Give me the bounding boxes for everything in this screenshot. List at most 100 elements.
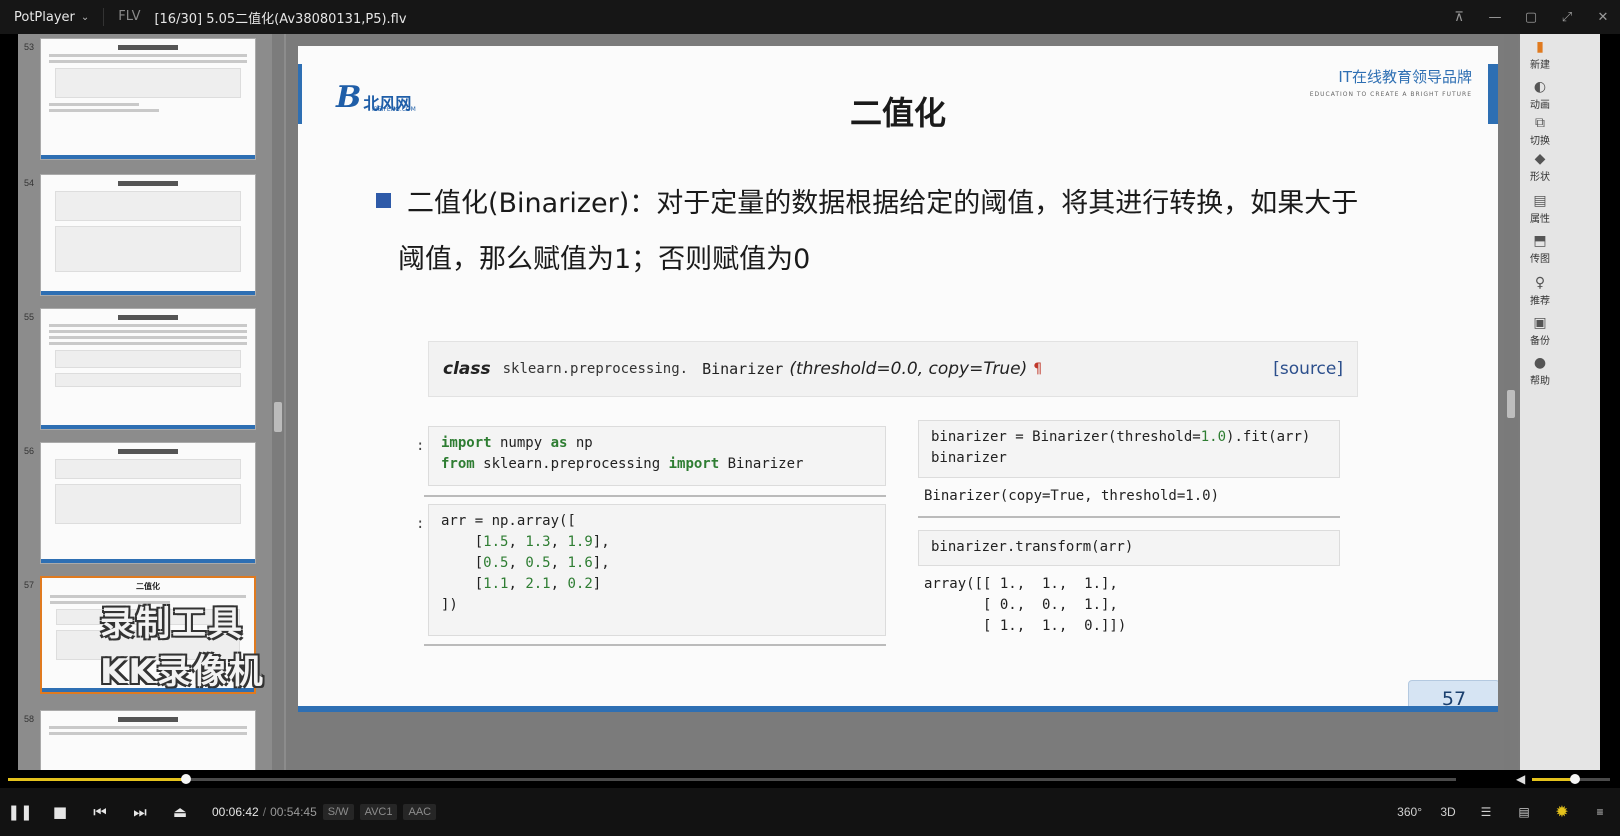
slide-number: 55 (24, 312, 35, 322)
seek-handle[interactable] (180, 774, 191, 784)
volume-handle[interactable] (1569, 774, 1580, 784)
previous-button[interactable]: ⏮ (80, 788, 120, 836)
vr-360-button[interactable]: 360° (1397, 805, 1422, 819)
thumbnail-page (40, 308, 256, 430)
tool-backup[interactable]: ▣ 备份 (1520, 314, 1560, 347)
slide-canvas: B 北风网 IBEIFENG.COM IT在线教育领导品牌 EDUCATION … (298, 46, 1498, 712)
pause-icon: ❚❚ (7, 803, 33, 821)
skip-back-icon: ⏮ (93, 803, 107, 821)
seek-bar[interactable] (8, 774, 1456, 784)
thumbnail-page (40, 442, 256, 564)
control-bar: ❚❚ ■ ⏮ ⏭ ⏏ 00:06:42/00:54:45 S/W AVC1 AA… (0, 788, 1620, 836)
tool-panel: ▮ 新建 ◐ 动画 ⧉ 切换 ◆ 形状 ▤ 属性 ⬒ 传图 ♀ 推荐 ▣ 备份 ● 帮助 (1520, 34, 1600, 770)
minimize-icon[interactable]: — (1488, 10, 1502, 25)
code-cell-array: arr = np.array([ [1.5, 1.3, 1.9], [0.5, … (428, 504, 886, 636)
playlist-icon[interactable]: ▤ (1512, 805, 1536, 819)
tool-property[interactable]: ▤ 属性 (1520, 192, 1560, 225)
slide-number: 57 (24, 580, 35, 590)
next-button[interactable]: ⏭ (120, 788, 160, 836)
title-bar: PotPlayer ⌄ FLV [16/30] 5.05二值化(Av380801… (0, 0, 1620, 34)
property-icon: ▤ (1533, 193, 1547, 209)
output-transform: array([[ 1., 1., 1.], [ 0., 0., 1.], [ 1… (924, 576, 1127, 634)
tool-help[interactable]: ● 帮助 (1520, 354, 1560, 387)
tool-upload[interactable]: ⬒ 传图 (1520, 232, 1560, 265)
format-label: FLV (103, 8, 154, 26)
cell-prompt: : (416, 516, 425, 532)
slide-title: 二值化 (849, 94, 946, 132)
seek-bar-area: ◀︎ (0, 770, 1620, 788)
volume-icon[interactable]: ◀︎ (1516, 772, 1525, 786)
tool-recommend[interactable]: ♀ 推荐 (1520, 274, 1560, 307)
recorder-watermark: 录制工具 KK录像机 (100, 604, 265, 692)
slide-thumbnail[interactable]: 55 (18, 308, 286, 434)
volume-level (1532, 778, 1575, 781)
pause-button[interactable]: ❚❚ (0, 788, 40, 836)
slide-thumbnail[interactable]: 58 (18, 710, 286, 770)
slide-number: 53 (24, 42, 35, 52)
slide-thumbnail-panel: 53 54 55 56 57 二值化 58 录制工具 KK录像机 (18, 34, 286, 770)
timecode: 00:06:42/00:54:45 (212, 805, 317, 819)
shape-icon: ◆ (1534, 151, 1546, 167)
chevron-down-icon: ⌄ (80, 11, 90, 23)
file-title: [16/30] 5.05二值化(Av38080131,P5).flv (154, 11, 407, 27)
slide-thumbnail[interactable]: 56 (18, 442, 286, 568)
footer-accent (298, 706, 1498, 712)
slide-thumbnail[interactable]: 54 (18, 174, 286, 300)
divider (918, 516, 1340, 518)
transition-icon: ⧉ (1535, 115, 1545, 131)
app-menu-button[interactable]: PotPlayer ⌄ (0, 0, 103, 34)
tool-shape[interactable]: ◆ 形状 (1520, 150, 1560, 183)
animation-icon: ◐ (1533, 79, 1547, 95)
stop-icon: ■ (52, 803, 68, 821)
code-cell-transform: binarizer.transform(arr) (918, 530, 1340, 566)
close-icon[interactable]: ✕ (1596, 10, 1610, 25)
decoder-badge[interactable]: S/W (322, 804, 354, 820)
tool-transition[interactable]: ⧉ 切换 (1520, 114, 1560, 147)
presentation-frame: 53 54 55 56 57 二值化 58 录制工具 KK录像机 B 北风网 I… (18, 34, 1600, 770)
thumbnail-title: 二值化 (136, 582, 160, 591)
doc-signature: class sklearn.preprocessing. Binarizer (… (428, 341, 1358, 397)
volume-slider[interactable] (1532, 774, 1610, 784)
slide-scrollbar[interactable] (1504, 34, 1518, 770)
current-time: 00:06:42 (212, 805, 259, 819)
skip-forward-icon: ⏭ (133, 803, 147, 821)
slide-number: 56 (24, 446, 35, 456)
source-link[interactable]: [source] (1273, 359, 1343, 379)
eject-icon: ⏏ (172, 803, 188, 821)
slide-thumbnail[interactable]: 53 (18, 38, 286, 164)
bullet-text: 二值化(Binarizer)：对于定量的数据根据给定的阈值，将其进行转换，如果大… (376, 176, 1456, 288)
backup-icon: ▣ (1533, 315, 1547, 331)
video-codec-badge[interactable]: AVC1 (359, 804, 398, 820)
fullscreen-icon[interactable]: ⤢ (1560, 10, 1574, 25)
cell-prompt: : (416, 438, 425, 454)
menu-icon[interactable]: ≡ (1588, 805, 1612, 819)
stop-button[interactable]: ■ (40, 788, 80, 836)
help-icon: ● (1533, 355, 1547, 371)
thumbnail-page (40, 38, 256, 160)
output-fit: Binarizer(copy=True, threshold=1.0) (924, 488, 1220, 504)
tool-animation[interactable]: ◐ 动画 (1520, 78, 1560, 111)
open-button[interactable]: ⏏ (160, 788, 200, 836)
tool-new[interactable]: ▮ 新建 (1520, 38, 1560, 71)
right-controls: 360° 3D ☰ ▤ ✹ ≡ (1397, 788, 1612, 836)
bullet-marker-icon (376, 193, 391, 208)
video-area[interactable]: 53 54 55 56 57 二值化 58 录制工具 KK录像机 B 北风网 I… (0, 34, 1620, 770)
audio-codec-badge[interactable]: AAC (403, 804, 437, 820)
pin-icon[interactable]: ⊼ (1452, 10, 1466, 25)
total-time: 00:54:45 (270, 805, 317, 819)
code-cell-imports: import numpy as np from sklearn.preproce… (428, 426, 886, 486)
gear-icon[interactable]: ✹ (1550, 802, 1574, 822)
maximize-icon[interactable]: ▢ (1524, 10, 1538, 25)
upload-icon: ⬒ (1533, 233, 1547, 249)
slide-number: 58 (24, 714, 35, 724)
seek-bar-progress (8, 778, 186, 781)
code-cell-fit: binarizer = Binarizer(threshold=1.0).fit… (918, 420, 1340, 478)
thumbnail-page (40, 174, 256, 296)
chapter-icon[interactable]: ☰ (1474, 805, 1498, 819)
stereo-3d-button[interactable]: 3D (1436, 805, 1460, 819)
slide-number: 54 (24, 178, 35, 188)
window-controls: ⊼ — ▢ ⤢ ✕ (1452, 0, 1610, 34)
recommend-icon: ♀ (1534, 275, 1546, 291)
thumbnail-scrollbar[interactable] (272, 34, 284, 770)
new-icon: ▮ (1536, 39, 1544, 55)
